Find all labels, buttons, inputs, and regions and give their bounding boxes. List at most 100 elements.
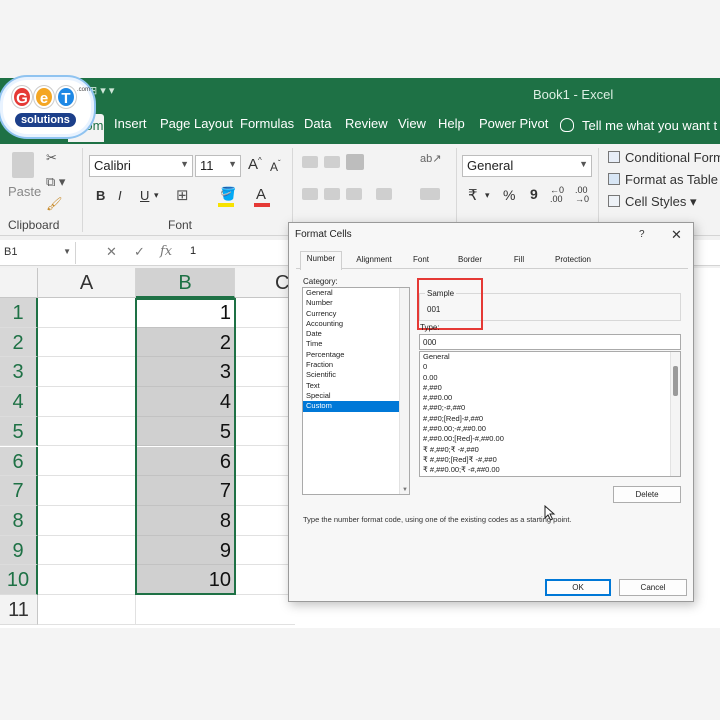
category-item[interactable]: Date [303,329,409,339]
category-item[interactable]: Time [303,339,409,349]
align-center-icon[interactable] [324,188,340,200]
tab-alignment[interactable]: Alignment [348,253,400,269]
indent-icon[interactable] [376,188,392,200]
cell-a[interactable] [38,446,136,477]
cell-b[interactable]: 10 [136,565,235,595]
cell-c[interactable] [235,357,295,388]
help-button[interactable]: ? [639,229,645,240]
tab-view[interactable]: View [398,116,426,131]
format-code-item[interactable]: ₹ #,##0;₹ -#,##0 [420,445,670,455]
quick-access-toolbar[interactable]: ⊞ ▾ ▾ [88,84,114,97]
chevron-down-icon[interactable]: ▾ [485,190,490,201]
align-left-icon[interactable] [302,188,318,200]
format-code-item[interactable]: #,##0;-#,##0 [420,403,670,413]
column-header-a[interactable]: A [38,268,136,298]
tell-me-search[interactable]: Tell me what you want t [560,118,717,133]
underline-button[interactable]: U [140,188,149,203]
cell-c[interactable] [235,417,295,447]
paste-button[interactable]: Paste [8,184,41,199]
format-code-item[interactable]: #,##0.00;-#,##0.00 [420,424,670,434]
tab-insert[interactable]: Insert [114,116,147,131]
row-header[interactable]: 1 [0,298,38,328]
percent-button[interactable]: % [503,187,515,203]
cell-a[interactable] [38,387,136,417]
format-code-item[interactable]: ₹ #,##0.00;₹ -#,##0.00 [420,465,670,475]
cell-b[interactable]: 7 [136,476,235,506]
cell-a[interactable] [38,298,136,328]
cell-b[interactable] [136,595,235,625]
cell-a[interactable] [38,476,136,506]
paste-icon[interactable] [12,152,34,178]
italic-button[interactable]: I [118,188,122,203]
cell-a[interactable] [38,327,136,358]
cell-c[interactable] [235,506,295,536]
delete-button[interactable]: Delete [613,486,681,503]
scroll-thumb[interactable] [673,366,678,396]
format-list-scrollbar[interactable] [670,352,680,476]
cell-b[interactable]: 9 [136,535,235,566]
cancel-button[interactable]: Cancel [619,579,687,596]
category-item[interactable]: Scientific [303,370,409,380]
cell-c[interactable] [235,595,295,625]
cell-a[interactable] [38,505,136,536]
format-code-item[interactable]: 0 [420,362,670,372]
comma-button[interactable]: 9 [530,186,538,202]
row-header[interactable]: 8 [0,505,38,536]
insert-function-icon[interactable]: fx [160,244,172,259]
borders-icon[interactable]: ⊞ [176,186,189,204]
format-code-item[interactable]: ₹ #,##0;[Red]₹ -#,##0 [420,455,670,465]
column-header-b[interactable]: B [136,268,235,298]
cell-c[interactable] [235,387,295,417]
tab-font[interactable]: Font [406,253,436,269]
tab-review[interactable]: Review [345,116,388,131]
tab-protection[interactable]: Protection [546,253,600,269]
category-item[interactable]: Custom [303,401,409,412]
cell-a[interactable] [38,357,136,388]
row-header[interactable]: 11 [0,595,38,625]
category-item[interactable]: Percentage [303,350,409,360]
category-scrollbar[interactable]: ▼ [399,288,409,494]
type-input[interactable]: 000 [419,334,681,350]
conditional-formatting-button[interactable]: Conditional Form [608,150,720,165]
cell-c[interactable] [235,447,295,477]
tab-power-pivot[interactable]: Power Pivot [479,116,548,131]
category-item[interactable]: General [303,288,409,298]
row-header[interactable]: 2 [0,327,38,358]
category-item[interactable]: Accounting [303,319,409,329]
format-code-item[interactable]: #,##0.00 [420,393,670,403]
increase-decimal-icon[interactable]: ←0.00 [550,186,564,204]
format-code-list[interactable]: General 0 0.00 #,##0 #,##0.00 #,##0;-#,##0 #,#… [419,351,681,477]
category-item[interactable]: Text [303,381,409,391]
name-box[interactable]: B1 ▼ [0,242,76,264]
format-code-item[interactable]: General [420,352,670,362]
category-item[interactable]: Currency [303,309,409,319]
chevron-down-icon[interactable]: ▾ [154,190,159,201]
cell-b[interactable]: 3 [136,357,235,388]
number-format-box[interactable]: General ▼ [462,155,592,177]
cell-c[interactable] [235,565,295,595]
align-right-icon[interactable] [346,188,362,200]
decrease-decimal-icon[interactable]: .00 →0 [575,186,589,204]
tab-number[interactable]: Number [300,251,342,270]
cell-b[interactable]: 5 [136,416,235,447]
tab-border[interactable]: Border [452,253,488,269]
row-header[interactable]: 5 [0,416,38,447]
cell-a[interactable] [38,416,136,447]
tab-data[interactable]: Data [304,116,331,131]
font-name-box[interactable]: Calibri ▼ [89,155,193,177]
cell-b[interactable]: 4 [136,387,235,417]
format-as-table-button[interactable]: Format as Table ▾ [608,172,720,188]
cell-c[interactable] [235,476,295,506]
close-button[interactable]: ✕ [671,227,682,243]
currency-button[interactable]: ₹ [468,186,478,204]
align-bottom-icon[interactable] [346,154,364,170]
fill-color-icon[interactable]: 🪣 [220,186,236,202]
format-code-item[interactable]: #,##0.00;[Red]-#,##0.00 [420,434,670,444]
select-all-corner[interactable] [0,268,38,298]
cell-a[interactable] [38,565,136,595]
format-painter-icon[interactable]: 🖌 [46,196,63,212]
row-header[interactable]: 10 [0,565,38,595]
category-item[interactable]: Special [303,391,409,401]
tab-fill[interactable]: Fill [508,253,530,269]
cell-styles-button[interactable]: Cell Styles ▾ [608,194,697,210]
